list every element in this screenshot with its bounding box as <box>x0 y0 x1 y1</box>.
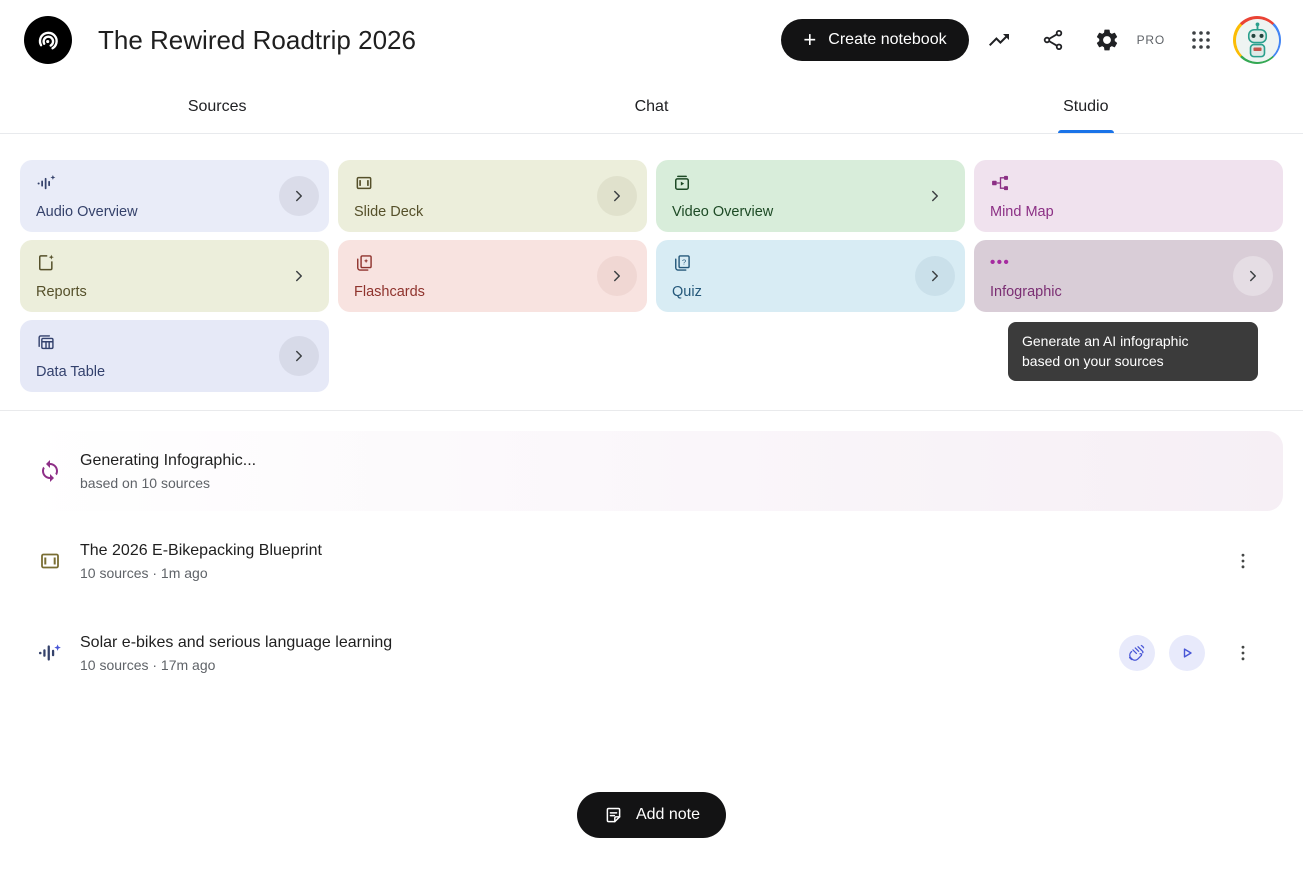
header: The Rewired Roadtrip 2026 + Create noteb… <box>0 0 1303 80</box>
audio-waveform-sparkle-icon <box>36 173 313 193</box>
svg-text:?: ? <box>682 257 686 266</box>
card-label: Data Table <box>36 364 313 380</box>
header-actions: + Create notebook PRO <box>781 16 1281 64</box>
interactive-mode-button[interactable] <box>1119 635 1155 671</box>
ellipsis-loading-icon: ••• <box>990 253 1267 273</box>
plus-icon: + <box>803 29 816 51</box>
chevron-right-icon[interactable] <box>597 176 637 216</box>
chevron-right-icon[interactable] <box>279 256 319 296</box>
output-subtitle: based on 10 sources <box>80 475 256 491</box>
output-subtitle: 10 sources · 1m ago <box>80 565 322 581</box>
tooltip-line1: Generate an AI infographic <box>1022 333 1189 349</box>
mind-map-icon <box>990 173 1267 193</box>
audio-waveform-icon <box>20 640 80 666</box>
section-divider <box>0 410 1303 411</box>
apps-grid-button[interactable] <box>1177 16 1225 64</box>
studio-card-flashcards[interactable]: Flashcards <box>338 240 647 312</box>
chevron-right-icon[interactable] <box>597 256 637 296</box>
notebook-title[interactable]: The Rewired Roadtrip 2026 <box>98 25 416 56</box>
create-notebook-label: Create notebook <box>828 31 946 49</box>
studio-card-data-table[interactable]: Data Table <box>20 320 329 392</box>
card-label: Reports <box>36 284 313 300</box>
output-title: Generating Infographic... <box>80 452 256 470</box>
more-vertical-icon <box>1233 643 1253 663</box>
tab-sources[interactable]: Sources <box>0 80 434 133</box>
add-note-label: Add note <box>636 806 700 824</box>
card-label: Slide Deck <box>354 204 631 220</box>
active-tab-underline <box>1058 130 1114 133</box>
settings-button[interactable] <box>1083 16 1131 64</box>
analytics-button[interactable] <box>975 16 1023 64</box>
output-subtitle: 10 sources · 17m ago <box>80 657 392 673</box>
output-title: Solar e-bikes and serious language learn… <box>80 634 392 652</box>
play-button[interactable] <box>1169 635 1205 671</box>
slide-deck-icon <box>354 173 631 193</box>
footer: Add note <box>0 792 1303 838</box>
data-table-icon <box>36 333 313 353</box>
card-label: Quiz <box>672 284 949 300</box>
output-row-slide-deck[interactable]: The 2026 E-Bikepacking Blueprint 10 sour… <box>20 533 1283 589</box>
studio-output-list: Generating Infographic... based on 10 so… <box>0 431 1303 681</box>
more-options-button[interactable] <box>1227 637 1259 669</box>
output-title: The 2026 E-Bikepacking Blueprint <box>80 542 322 560</box>
tab-bar: Sources Chat Studio <box>0 80 1303 134</box>
chevron-right-icon[interactable] <box>1233 256 1273 296</box>
tab-sources-label: Sources <box>188 98 247 116</box>
studio-card-quiz[interactable]: ? Quiz <box>656 240 965 312</box>
card-label: Infographic <box>990 284 1267 300</box>
notebooklm-logo-icon[interactable] <box>24 16 72 64</box>
tab-studio[interactable]: Studio <box>869 80 1303 133</box>
card-label: Mind Map <box>990 204 1267 220</box>
report-sparkle-icon <box>36 253 313 273</box>
more-options-button[interactable] <box>1227 545 1259 577</box>
studio-card-audio-overview[interactable]: Audio Overview <box>20 160 329 232</box>
studio-card-reports[interactable]: Reports <box>20 240 329 312</box>
tab-chat[interactable]: Chat <box>434 80 868 133</box>
sync-spinner-icon <box>20 459 80 483</box>
studio-card-mind-map[interactable]: Mind Map <box>974 160 1283 232</box>
tab-chat-label: Chat <box>635 98 669 116</box>
slide-deck-icon <box>20 549 80 573</box>
chevron-right-icon[interactable] <box>915 176 955 216</box>
apps-grid-icon <box>1189 28 1213 52</box>
studio-card-infographic[interactable]: ••• Infographic <box>974 240 1283 312</box>
add-note-button[interactable]: Add note <box>577 792 726 838</box>
card-label: Audio Overview <box>36 204 313 220</box>
trending-up-icon <box>987 28 1011 52</box>
avatar-robot-image <box>1236 19 1279 62</box>
video-overview-icon <box>672 173 949 193</box>
tab-studio-label: Studio <box>1063 98 1108 116</box>
waving-hand-icon <box>1127 643 1147 663</box>
quiz-icon: ? <box>672 253 949 273</box>
share-icon <box>1041 28 1065 52</box>
output-row-audio-overview[interactable]: Solar e-bikes and serious language learn… <box>20 625 1283 681</box>
more-vertical-icon <box>1233 551 1253 571</box>
gear-icon <box>1094 27 1120 53</box>
chevron-right-icon[interactable] <box>915 256 955 296</box>
play-icon <box>1177 643 1197 663</box>
studio-card-video-overview[interactable]: Video Overview <box>656 160 965 232</box>
chevron-right-icon[interactable] <box>279 176 319 216</box>
share-button[interactable] <box>1029 16 1077 64</box>
create-notebook-button[interactable]: + Create notebook <box>781 19 968 61</box>
chevron-right-icon[interactable] <box>279 336 319 376</box>
tooltip-line2: based on your sources <box>1022 353 1164 369</box>
flashcards-icon <box>354 253 631 273</box>
card-label: Video Overview <box>672 204 949 220</box>
studio-card-slide-deck[interactable]: Slide Deck <box>338 160 647 232</box>
pro-badge: PRO <box>1137 33 1165 47</box>
account-avatar[interactable] <box>1233 16 1281 64</box>
generating-infographic-row[interactable]: Generating Infographic... based on 10 so… <box>20 431 1283 511</box>
infographic-tooltip: Generate an AI infographic based on your… <box>1008 322 1258 381</box>
card-label: Flashcards <box>354 284 631 300</box>
note-icon <box>603 805 624 826</box>
